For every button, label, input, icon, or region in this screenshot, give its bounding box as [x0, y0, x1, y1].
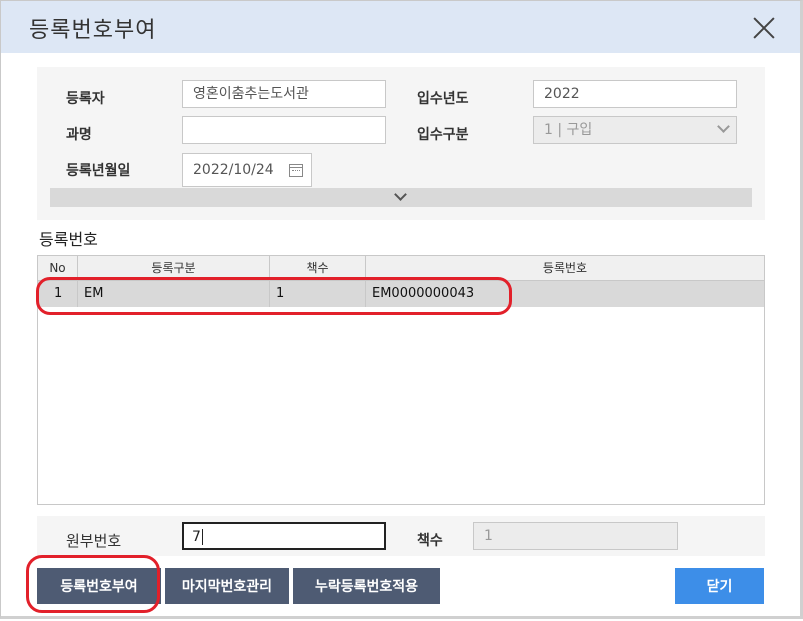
cell-reg-number: EM0000000043: [372, 286, 475, 301]
register-number-dialog: 등록번호부여 등록자 영혼이춤추는도서관 입수년도 2022 과명 입수구분 1…: [0, 0, 803, 619]
title-bar: 등록번호부여: [1, 1, 800, 53]
column-header-copies[interactable]: 책수: [270, 256, 366, 280]
calendar-icon[interactable]: [289, 164, 303, 177]
chevron-down-icon: [717, 120, 730, 133]
acquisition-select[interactable]: 1 | 구입: [533, 116, 737, 144]
acquisition-value: 1 | 구입: [544, 122, 593, 138]
register-number-grid: No 등록구분 책수 등록번호 1 EM 1 EM0000000043: [37, 255, 765, 505]
year-label: 입수년도: [417, 91, 469, 107]
table-row[interactable]: 1 EM 1 EM0000000043: [38, 281, 764, 307]
column-header-no[interactable]: No: [38, 256, 78, 280]
dialog-title: 등록번호부여: [29, 18, 157, 43]
expand-toggle[interactable]: [50, 188, 752, 207]
copies-label: 책수: [417, 533, 443, 549]
missing-number-button[interactable]: 누락등록번호적용: [293, 568, 440, 604]
course-field[interactable]: [182, 116, 386, 144]
cell-copies: 1: [270, 281, 366, 307]
date-label: 등록년월일: [66, 163, 131, 179]
registrant-label: 등록자: [66, 91, 105, 107]
copies-field: 1: [473, 522, 678, 550]
bottom-form: 원부번호 7 책수 1: [37, 516, 765, 556]
registrant-field[interactable]: 영혼이춤추는도서관: [182, 80, 386, 108]
text-cursor: [201, 529, 203, 545]
column-header-reg-number[interactable]: 등록번호: [366, 256, 764, 280]
search-form: 등록자 영혼이춤추는도서관 입수년도 2022 과명 입수구분 1 | 구입 등…: [37, 67, 765, 220]
column-header-category[interactable]: 등록구분: [78, 256, 270, 280]
source-number-value: 7: [192, 529, 201, 545]
course-label: 과명: [66, 127, 92, 143]
source-number-input[interactable]: 7: [182, 522, 386, 550]
grid-header: No 등록구분 책수 등록번호: [38, 256, 764, 281]
assign-number-button[interactable]: 등록번호부여: [37, 568, 161, 604]
chevron-down-icon: [394, 188, 407, 201]
source-number-label: 원부번호: [66, 532, 122, 550]
last-number-button[interactable]: 마지막번호관리: [165, 568, 289, 604]
close-icon[interactable]: [751, 15, 777, 41]
cell-category: EM: [78, 281, 270, 307]
date-value: 2022/10/24: [193, 162, 274, 178]
date-field[interactable]: 2022/10/24: [182, 153, 312, 187]
year-field[interactable]: 2022: [533, 80, 737, 108]
section-title: 등록번호: [39, 230, 98, 249]
acquisition-label: 입수구분: [417, 127, 469, 143]
close-button[interactable]: 닫기: [675, 568, 764, 604]
cell-no: 1: [38, 281, 78, 307]
